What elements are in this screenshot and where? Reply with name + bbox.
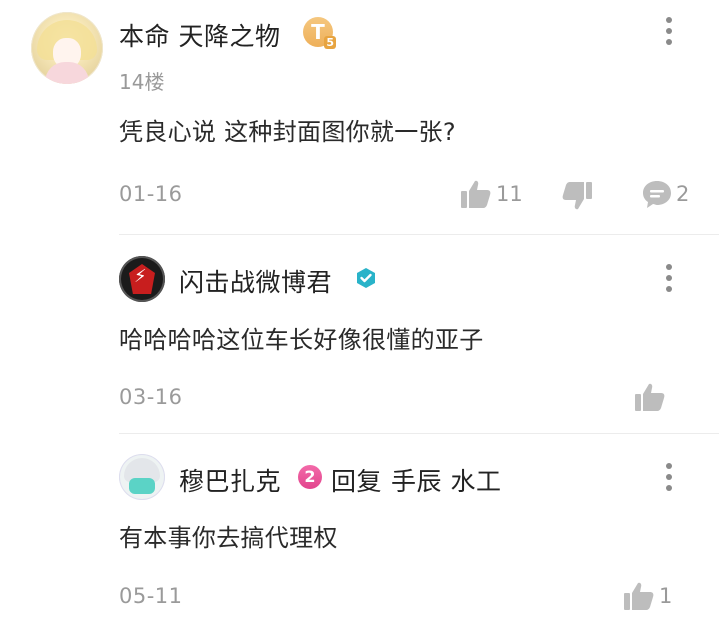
user-level-badge: 2 [298,465,322,489]
username[interactable]: 穆巴扎克 [179,462,281,498]
comment-date: 01-16 [119,182,183,206]
avatar[interactable] [31,12,103,84]
kebab-menu-icon[interactable] [666,264,674,297]
avatar-dress [45,62,89,84]
reply-prefix: 回复 [331,467,383,496]
comment-date: 05-11 [119,584,183,608]
comment-text: 哈哈哈哈这位车长好像很懂的亚子 [119,326,484,354]
comment-text: 凭良心说 这种封面图你就一张? [119,118,456,146]
user-tier-badge: T 5 [303,17,336,49]
avatar-mask [129,478,155,494]
thumb-up-icon[interactable] [634,381,666,413]
thumb-up-icon[interactable] [460,178,492,210]
divider [119,433,719,434]
like-count: 1 [659,584,673,608]
comment-text: 有本事你去搞代理权 [119,524,338,552]
avatar[interactable] [119,256,165,302]
tier-number: 5 [324,36,336,49]
avatar[interactable] [119,454,165,500]
like-count: 11 [496,182,523,206]
verified-icon [355,267,377,289]
thumb-down-icon[interactable] [561,180,593,212]
floor-number: 14楼 [119,70,165,94]
reply-target-username[interactable]: 手辰 水工 [391,462,501,498]
kebab-menu-icon[interactable] [666,463,674,496]
username[interactable]: 闪击战微博君 [179,263,332,299]
divider [119,234,719,235]
thumb-up-icon[interactable] [623,580,655,612]
comment-date: 03-16 [119,385,183,409]
kebab-menu-icon[interactable] [666,17,674,50]
comment-bubble-icon[interactable] [641,178,673,210]
reply-count: 2 [676,182,690,206]
tier-letter: T [311,20,325,44]
username[interactable]: 本命 天降之物 [119,17,280,53]
